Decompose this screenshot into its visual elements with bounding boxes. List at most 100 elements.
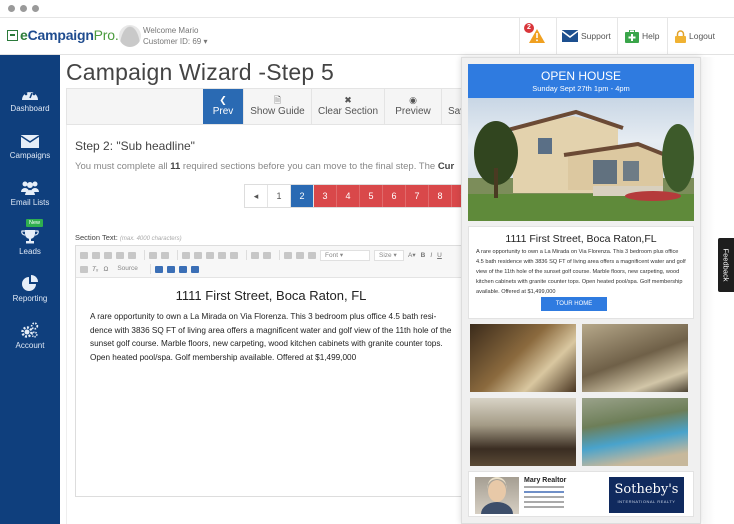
sidebar-label: Leads: [19, 247, 41, 256]
sidebar-item-dashboard[interactable]: Dashboard: [0, 86, 60, 113]
pager-page[interactable]: 7: [406, 185, 429, 207]
chevron-left-icon: ❮: [219, 95, 227, 105]
clear-section-label: Clear Section: [317, 106, 379, 117]
pager-page[interactable]: 5: [360, 185, 383, 207]
contact-line: [524, 486, 564, 488]
preview-header-subtitle: Sunday Sept 27th 1pm - 4pm: [532, 84, 630, 93]
editor-toolbar: Font ▾ Size ▾ A▾ B I U Tₓ Ω Source: [76, 246, 466, 278]
paste-icon[interactable]: [104, 251, 112, 259]
size-select[interactable]: Size ▾: [374, 249, 404, 261]
help-button[interactable]: Help: [617, 18, 667, 54]
user-menu[interactable]: Welcome Mario Customer ID: 69 ▾: [143, 25, 207, 47]
clear-section-button[interactable]: ✖ Clear Section: [311, 89, 384, 124]
document-icon: 🗎: [273, 95, 282, 105]
property-card: 1111 First Street, Boca Raton,FL A rare …: [468, 226, 694, 319]
contact-line: [524, 506, 564, 508]
cut-icon[interactable]: [80, 251, 88, 259]
pager-prev-button[interactable]: ◂: [245, 185, 268, 207]
show-guide-button[interactable]: 🗎 Show Guide: [243, 89, 311, 124]
feedback-label: Feedback: [721, 248, 731, 282]
redo-icon[interactable]: [161, 251, 169, 259]
realtor-signature: Mary Realtor Sotheby's INTERNATIONAL REA…: [468, 471, 694, 517]
prev-button[interactable]: ❮ Prev: [203, 89, 243, 124]
note-tail: Cur: [437, 161, 455, 172]
undo-icon[interactable]: [149, 251, 157, 259]
sidebar-item-account[interactable]: Account: [0, 322, 60, 350]
table-icon[interactable]: [284, 251, 292, 259]
customer-id[interactable]: Customer ID: 69 ▾: [143, 36, 207, 47]
image-icon[interactable]: [154, 265, 163, 273]
size-select-value: Size: [379, 251, 392, 259]
paste-text-icon[interactable]: [116, 251, 124, 259]
logout-label: Logout: [689, 31, 715, 41]
bullet-list-icon[interactable]: [251, 251, 259, 259]
align-center-icon[interactable]: [218, 251, 226, 259]
support-button[interactable]: Support: [556, 18, 617, 54]
kitchen-photo: [470, 398, 576, 466]
rich-text-editor[interactable]: Font ▾ Size ▾ A▾ B I U Tₓ Ω Source 1111 …: [75, 245, 467, 497]
editor-content[interactable]: 1111 First Street, Boca Raton, FL A rare…: [76, 278, 466, 364]
remove-format-button[interactable]: Tₓ: [92, 266, 98, 273]
merge-field-icon[interactable]: [178, 265, 187, 273]
pager-page[interactable]: 1: [268, 185, 291, 207]
source-button[interactable]: Source: [113, 264, 142, 275]
paragraph-icon[interactable]: [80, 265, 88, 273]
section-text-label: Section Text: (max. 4000 characters): [75, 233, 182, 242]
font-select-value: Font: [325, 251, 339, 259]
numbered-list-icon[interactable]: [263, 251, 271, 259]
trophy-icon: [21, 230, 39, 244]
paste-word-icon[interactable]: [128, 251, 136, 259]
sidebar-label: Reporting: [12, 294, 48, 303]
editor-body-text: A rare opportunity to own a La Mirada on…: [90, 312, 452, 362]
prev-label: Prev: [212, 106, 234, 117]
logo-main: Campaign: [27, 27, 94, 43]
property-description: A rare opportunity to own a La Mirada on…: [476, 249, 686, 295]
horizontal-rule-icon[interactable]: [296, 251, 304, 259]
logo[interactable]: eCampaignPro.: [7, 27, 119, 43]
align-left-icon[interactable]: [206, 251, 214, 259]
special-char-button[interactable]: Ω: [103, 266, 108, 273]
preview-button[interactable]: ◉ Preview: [384, 89, 441, 124]
bold-button[interactable]: B: [421, 252, 426, 259]
email-preview: OPEN HOUSE Sunday Sept 27th 1pm - 4pm 11…: [461, 57, 701, 524]
editor-toolbar-row: Tₓ Ω Source: [80, 263, 203, 275]
alerts-button[interactable]: 2: [519, 18, 556, 54]
logo-icon: [7, 30, 18, 41]
feedback-tab[interactable]: Feedback: [718, 238, 734, 292]
divider: [279, 250, 280, 260]
sidebar-item-email-lists[interactable]: Email Lists: [0, 180, 60, 207]
pager-page[interactable]: 8: [429, 185, 452, 207]
sidebar-item-leads[interactable]: New Leads: [0, 219, 60, 256]
envelope-icon: [21, 135, 39, 148]
window-dot-icon: [32, 5, 39, 12]
pager-page[interactable]: 4: [337, 185, 360, 207]
link-icon[interactable]: [308, 251, 316, 259]
required-count: 11: [170, 161, 181, 172]
tour-home-button[interactable]: TOUR HOME: [541, 297, 607, 311]
dashboard-icon: [22, 89, 38, 100]
text-color-button[interactable]: A▾: [408, 251, 416, 259]
help-label: Help: [642, 31, 660, 41]
pager-page-current[interactable]: 2: [291, 185, 314, 207]
external-link-icon[interactable]: [190, 265, 199, 273]
users-icon: [21, 181, 39, 195]
font-select[interactable]: Font ▾: [320, 249, 370, 261]
contact-email-link[interactable]: [524, 491, 564, 493]
italic-button[interactable]: I: [430, 252, 432, 259]
user-avatar[interactable]: [119, 25, 141, 47]
logout-button[interactable]: Logout: [667, 18, 734, 54]
top-bar: eCampaignPro. Welcome Mario Customer ID:…: [0, 18, 734, 55]
sidebar-item-reporting[interactable]: Reporting: [0, 275, 60, 303]
outdent-icon[interactable]: [182, 251, 190, 259]
logo-prefix: e: [20, 27, 28, 43]
source-label: Source: [117, 264, 138, 272]
copy-icon[interactable]: [92, 251, 100, 259]
brand-name: Sotheby's: [614, 482, 679, 497]
template-icon[interactable]: [166, 265, 175, 273]
sidebar-item-campaigns[interactable]: Campaigns: [0, 135, 60, 160]
indent-icon[interactable]: [194, 251, 202, 259]
pager-page[interactable]: 6: [383, 185, 406, 207]
underline-button[interactable]: U: [437, 252, 442, 259]
align-right-icon[interactable]: [230, 251, 238, 259]
pager-page[interactable]: 3: [314, 185, 337, 207]
